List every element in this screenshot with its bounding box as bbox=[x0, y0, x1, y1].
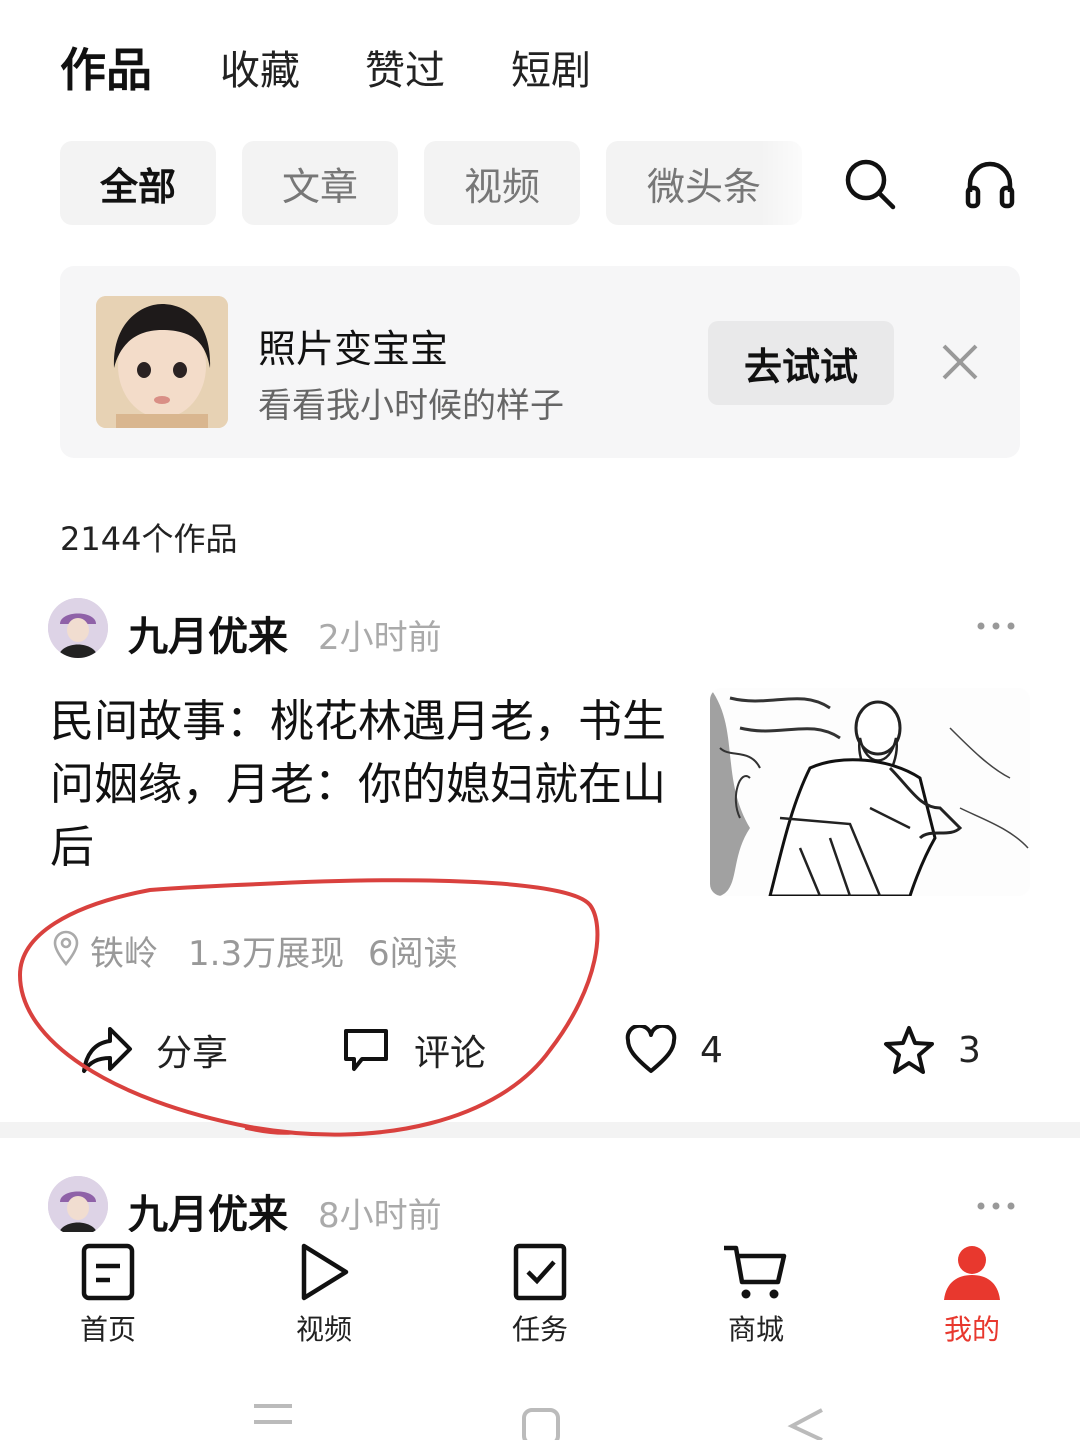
section-divider bbox=[0, 1122, 1080, 1138]
document-icon bbox=[81, 1243, 135, 1301]
chip-all[interactable]: 全部 bbox=[60, 141, 216, 225]
close-icon[interactable] bbox=[940, 342, 980, 382]
nav-video-label: 视频 bbox=[295, 1313, 352, 1346]
favorite-count: 3 bbox=[958, 1029, 981, 1071]
comment-label: 评论 bbox=[414, 1033, 487, 1074]
star-icon bbox=[884, 1026, 934, 1074]
nav-home[interactable]: 首页 bbox=[43, 1242, 173, 1348]
play-icon bbox=[301, 1243, 349, 1301]
nav-home-label: 首页 bbox=[79, 1313, 136, 1346]
chip-videos[interactable]: 视频 bbox=[424, 141, 580, 225]
author-name[interactable]: 九月优来 bbox=[128, 604, 288, 662]
tab-works[interactable]: 作品 bbox=[60, 34, 152, 100]
promo-try-button[interactable]: 去试试 bbox=[708, 321, 894, 405]
more-icon[interactable] bbox=[976, 1196, 1016, 1216]
nav-mall[interactable]: 商城 bbox=[691, 1242, 821, 1348]
like-count: 4 bbox=[700, 1029, 723, 1071]
avatar[interactable] bbox=[48, 1176, 108, 1236]
tab-short-drama[interactable]: 短剧 bbox=[511, 38, 591, 96]
more-icon[interactable] bbox=[976, 616, 1016, 636]
favorite-button[interactable]: 3 bbox=[882, 1022, 981, 1078]
promo-subtitle: 看看我小时候的样子 bbox=[258, 386, 564, 426]
comment-button[interactable]: 评论 bbox=[340, 1022, 486, 1078]
nav-tasks-label: 任务 bbox=[511, 1313, 568, 1346]
back-icon bbox=[787, 1408, 823, 1442]
comment-icon bbox=[344, 1029, 388, 1071]
chip-fade bbox=[760, 141, 820, 225]
promo-card: 照片变宝宝 看看我小时候的样子 去试试 bbox=[60, 266, 1020, 458]
works-count: 2144个作品 bbox=[60, 520, 238, 558]
post-thumbnail[interactable] bbox=[710, 688, 1030, 896]
system-nav-bar bbox=[0, 1380, 1080, 1444]
post-time: 8小时前 bbox=[318, 1196, 442, 1236]
person-icon bbox=[944, 1246, 1000, 1300]
nav-me-label: 我的 bbox=[943, 1313, 1000, 1346]
search-icon[interactable] bbox=[842, 156, 898, 212]
home-icon bbox=[522, 1408, 560, 1444]
cart-icon bbox=[724, 1245, 787, 1299]
post-time: 2小时前 bbox=[318, 618, 442, 658]
share-label: 分享 bbox=[156, 1033, 229, 1074]
chip-articles[interactable]: 文章 bbox=[242, 141, 398, 225]
checkbox-icon bbox=[513, 1243, 567, 1301]
tab-favorites[interactable]: 收藏 bbox=[220, 38, 300, 96]
nav-video[interactable]: 视频 bbox=[259, 1242, 389, 1348]
promo-title: 照片变宝宝 bbox=[258, 327, 449, 371]
post-title[interactable]: 民间故事：桃花林遇月老，书生问姻缘，月老：你的媳妇就在山后 bbox=[50, 690, 690, 879]
share-icon bbox=[82, 1027, 132, 1073]
post-location: 铁岭 bbox=[90, 934, 158, 974]
location-pin-icon bbox=[52, 930, 80, 967]
heart-icon bbox=[625, 1025, 677, 1073]
nav-tasks[interactable]: 任务 bbox=[475, 1242, 605, 1348]
nav-mall-label: 商城 bbox=[727, 1313, 784, 1346]
share-button[interactable]: 分享 bbox=[80, 1022, 228, 1078]
bottom-nav: 首页 视频 任务 商城 我的 bbox=[0, 1232, 1080, 1358]
tab-liked[interactable]: 赞过 bbox=[365, 38, 445, 96]
like-button[interactable]: 4 bbox=[624, 1022, 723, 1078]
post-reads: 6阅读 bbox=[368, 934, 458, 974]
avatar[interactable] bbox=[48, 598, 108, 658]
headphones-icon[interactable] bbox=[962, 156, 1018, 212]
promo-baby-image bbox=[96, 296, 228, 428]
post-impressions: 1.3万展现 bbox=[188, 934, 345, 974]
nav-me[interactable]: 我的 bbox=[907, 1242, 1037, 1348]
